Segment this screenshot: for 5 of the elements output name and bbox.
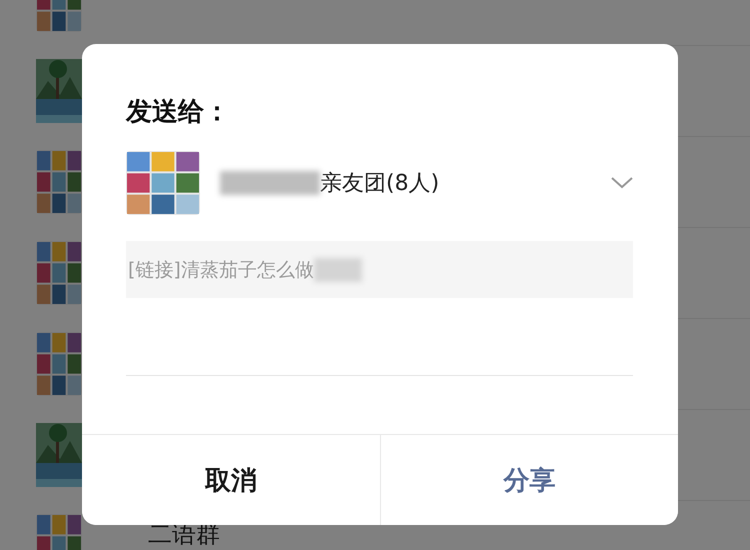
dialog-title: 发送给：	[126, 96, 230, 129]
link-text: [链接]清蒸茄子怎么做	[128, 258, 314, 282]
chevron-down-icon[interactable]	[611, 177, 633, 189]
share-button[interactable]: 分享	[380, 435, 678, 525]
recipient-name: 亲友团(8人)	[320, 170, 440, 198]
